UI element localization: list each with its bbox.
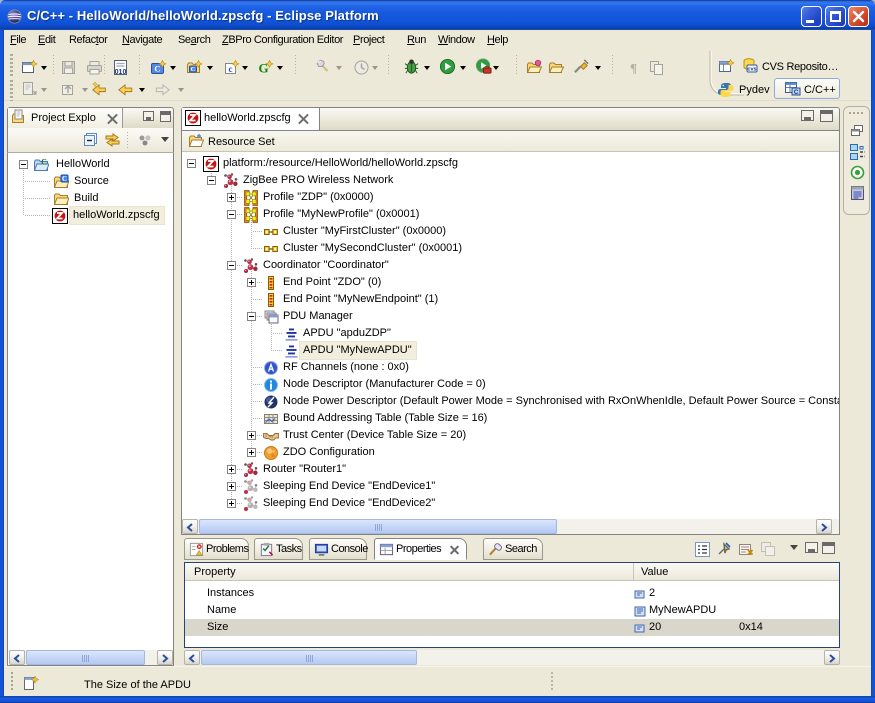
svg-text:C: C xyxy=(794,90,799,96)
svg-text:010: 010 xyxy=(115,69,127,76)
svg-text:cvs: cvs xyxy=(747,67,756,73)
svg-text:c: c xyxy=(229,64,233,74)
svg-text:G: G xyxy=(258,61,268,76)
svg-text:¶: ¶ xyxy=(630,61,637,76)
svg-text:C: C xyxy=(191,66,196,73)
svg-text:C: C xyxy=(154,64,160,74)
